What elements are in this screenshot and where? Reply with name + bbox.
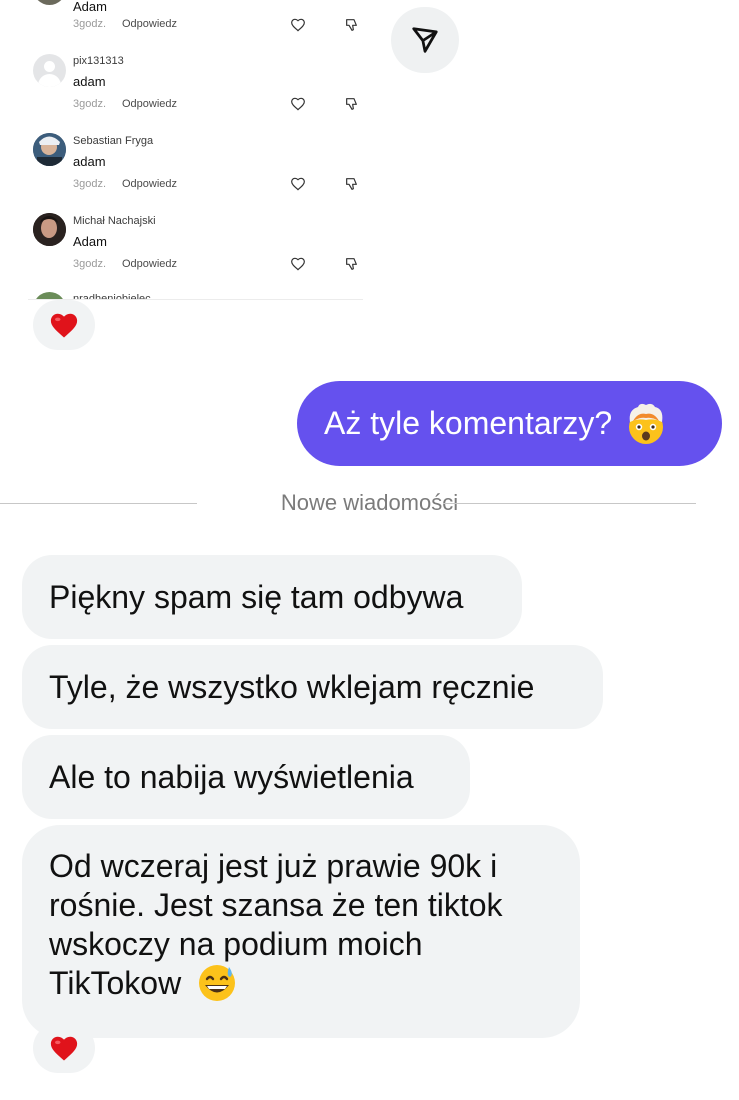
avatar [33,133,66,166]
red-heart-emoji [50,313,78,338]
comment-text: Adam [73,234,107,249]
comment-text: adam [73,74,106,89]
message-text: Piękny spam się tam odbywa [49,578,464,615]
heart-outline-icon[interactable] [290,176,306,192]
message-text: Od wczeraj jest już prawie 90k i rośnie.… [49,848,503,1001]
reply-link[interactable]: Odpowiedz [122,258,177,270]
reply-link[interactable]: Odpowiedz [122,98,177,110]
comment-author[interactable]: Michał Nachajski [73,215,156,227]
share-button[interactable] [391,7,459,73]
comment-item: pix131313 adam 3godz. Odpowiedz [28,53,363,133]
reply-link[interactable]: Odpowiedz [122,178,177,190]
comment-author: Adam [73,0,107,14]
outgoing-message[interactable]: Aż tyle komentarzy? [297,381,722,466]
reply-link[interactable]: Odpowiedz [122,18,177,30]
comment-time: 3godz. [73,258,107,270]
thumbs-down-icon[interactable] [344,256,360,272]
exploding-head-emoji [629,403,664,444]
comment-time: 3godz. [73,98,107,110]
comment-time: 3godz. [73,18,107,30]
heart-outline-icon[interactable] [290,256,306,272]
comment-item: Michał Nachajski Adam 3godz. Odpowiedz [28,213,363,293]
comment-item: Sebastian Fryga adam 3godz. Odpowiedz [28,133,363,213]
incoming-message[interactable]: Tyle, że wszystko wklejam ręcznie [22,645,603,729]
avatar [33,0,66,5]
red-heart-emoji [50,1036,78,1061]
divider-line-right [443,503,696,504]
heart-outline-icon[interactable] [290,17,306,33]
avatar [33,54,66,87]
thumbs-down-icon[interactable] [344,96,360,112]
comment-author[interactable]: pix131313 [73,55,124,67]
incoming-message[interactable]: Ale to nabija wyświetlenia [22,735,470,819]
message-reaction[interactable] [33,300,95,350]
incoming-message[interactable]: Piękny spam się tam odbywa [22,555,522,639]
avatar [33,213,66,246]
comment-author[interactable]: Sebastian Fryga [73,135,153,147]
incoming-message[interactable]: Od wczeraj jest już prawie 90k i rośnie.… [22,825,580,1038]
thumbs-down-icon[interactable] [344,176,360,192]
comment-text: adam [73,154,106,169]
message-text: Aż tyle komentarzy? [324,405,613,441]
comment-time: 3godz. [73,178,107,190]
message-text: Ale to nabija wyświetlenia [49,758,414,795]
message-reaction[interactable] [33,1023,95,1073]
heart-outline-icon[interactable] [290,96,306,112]
message-text: Tyle, że wszystko wklejam ręcznie [49,668,535,705]
send-paper-plane-icon [412,27,438,53]
thumbs-down-icon[interactable] [344,17,360,33]
shared-comments-preview[interactable]: Adam 3godz. Odpowiedz pix131313 adam 3go… [28,0,363,304]
grinning-sweat-emoji [199,964,236,1001]
